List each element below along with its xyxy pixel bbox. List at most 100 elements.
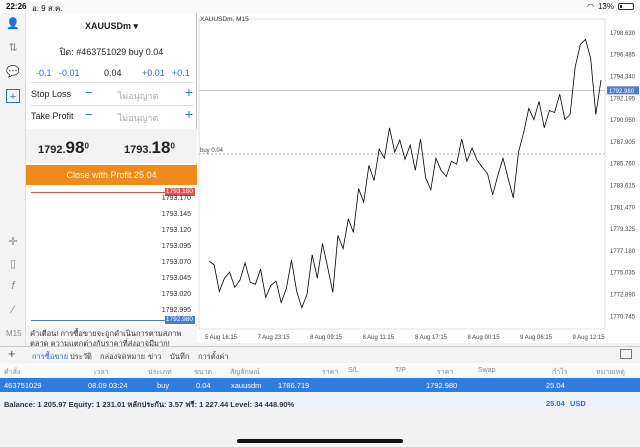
tick-label: 1793.045 [161,275,191,282]
price-chart[interactable]: XAUUSDm, M15 1798.630 1796.485 1794.340 1792… [197,13,640,343]
bottom-tab-bar: + การซื้อขาย ประวัติ กล่องจดหมาย ข่าว บั… [0,346,640,367]
battery-percent: 13% [597,2,614,11]
chart-title: XAUUSDm, M15 [200,16,249,23]
chevron-down-icon: ▾ [133,21,139,31]
status-bar: 22:26 อ. 9 ส.ค. ◠ 13% [0,0,640,13]
column-header: หมายเหตุ [596,369,625,376]
order-line-label: buy 0.04 [200,148,224,154]
table-header: คำสั่ง เวลา ประเภท ขนาด สัญลักษณ์ ราคา S… [0,363,640,378]
stop-loss-input[interactable]: ไม่อนุญาต [103,89,173,103]
y-tick-label: 1787.905 [610,140,636,146]
side-toolbar: 👤 ⇅ 💬 + ✛ ▯ f ⁄ M15 [0,13,26,373]
volume-plus-001[interactable]: +0.01 [142,68,165,78]
balance-row: Balance: 1 205.97 Equity: 1 231.01 หลักป… [0,394,640,410]
y-tick-label: 1777.180 [610,249,636,255]
add-icon[interactable]: + [8,346,16,361]
column-header: Swap [478,367,496,374]
price-quotes: 1792.980 1793.180 [26,129,197,163]
stop-loss-label: Stop Loss [31,89,72,99]
column-header: สัญลักษณ์ [230,369,260,376]
tick-label: 1793.145 [161,211,191,218]
column-header: คำสั่ง [4,369,21,376]
y-tick-label: 1770.745 [610,314,636,320]
ask-main: 1793. [124,144,152,156]
indicators-icon[interactable]: f [6,279,20,293]
y-tick-label: 1779.325 [610,227,636,233]
tick-label: 1793.020 [161,291,191,298]
volume-plus-01[interactable]: +0.1 [172,68,190,78]
chart-type-icon[interactable]: ▯ [6,257,20,271]
tick-label: 1793.120 [161,227,191,234]
current-price-badge: 1792.980 [609,89,635,95]
layout-icon[interactable] [620,349,632,359]
tab-mailbox[interactable]: กล่องจดหมาย [100,351,145,363]
status-right: ◠ 13% [587,2,634,11]
column-header: ขนาด [194,369,213,376]
x-tick-label: 8 Aug 17:15 [415,335,448,341]
take-profit-minus-button[interactable]: − [85,107,93,122]
x-tick-label: 9 Aug 12:15 [573,335,606,341]
column-header: กำไร [552,369,568,376]
stop-loss-plus-button[interactable]: + [185,84,193,100]
table-row[interactable]: 463751029 08.09 03:24 buy 0.04 xauusdm 1… [0,378,640,392]
y-tick-label: 1792.195 [610,96,636,102]
column-header: T/P [395,367,406,374]
close-with-profit-button[interactable]: Close with Profit 25.04 [26,165,197,185]
home-indicator [237,439,403,443]
new-order-icon[interactable]: + [6,89,20,103]
y-tick-label: 1775.035 [610,271,636,277]
order-title: ปิด: #463751029 buy 0.04 [59,47,164,57]
divider [31,105,193,106]
ask-big: 18 [151,138,171,157]
column-header: เวลา [94,369,109,376]
volume-value[interactable]: 0.04 [104,68,122,78]
tab-settings[interactable]: การตั้งค่า [198,351,229,363]
objects-icon[interactable]: ⁄ [6,303,20,317]
ask-sup: 0 [170,141,175,151]
status-time: 22:26 [6,2,27,11]
volume-cell: 0.04 [196,381,211,390]
balance-summary: Balance: 1 205.97 Equity: 1 231.01 หลักป… [4,400,295,409]
trade-icon[interactable]: ⇅ [6,41,20,55]
y-tick-label: 1796.485 [610,53,636,59]
y-tick-label: 1785.760 [610,162,636,168]
x-tick-label: 8 Aug 11:15 [363,335,395,341]
ask-price: 1793.180 [124,138,175,158]
chat-icon[interactable]: 💬 [6,65,20,79]
bid-main: 1792. [38,144,66,156]
tick-label: 1793.070 [161,259,191,266]
volume-minus-001[interactable]: -0.01 [59,68,80,78]
take-profit-input[interactable]: ไม่อนุญาต [103,111,173,125]
symbol-cell: xauusdm [231,381,262,390]
take-profit-row: Take Profit − ไม่อนุญาต + [31,106,193,126]
account-icon[interactable]: 👤 [6,17,20,31]
tab-history[interactable]: ประวัติ [70,351,92,363]
time-cell: 08.09 03:24 [88,381,128,390]
tab-journal[interactable]: บันทึก [170,351,189,363]
x-tick-label: 9 Aug 06:15 [520,335,553,341]
x-tick-label: 8 Aug 09:15 [310,335,343,341]
volume-minus-01[interactable]: -0.1 [36,68,52,78]
y-tick-label: 1781.470 [610,205,636,211]
y-tick-label: 1794.340 [610,75,636,81]
column-header: S/L [348,367,359,374]
battery-icon [618,3,634,10]
column-header: ราคา [437,369,454,376]
crosshair-icon[interactable]: ✛ [6,235,20,249]
timeframe-icon[interactable]: M15 [6,327,22,341]
wifi-icon: ◠ [587,2,594,11]
open-price-cell: 1786.719 [278,381,310,390]
tab-news[interactable]: ข่าว [148,351,162,363]
stop-loss-minus-button[interactable]: − [85,85,93,100]
plot-frame [198,18,606,330]
symbol-selector[interactable]: XAUUSDm ▾ [26,21,197,32]
symbol-label: XAUUSDm [84,21,131,31]
order-id-cell: 463751029 [4,381,42,390]
x-tick-label: 8 Aug 00:15 [468,335,501,341]
bid-badge: 1792.980 [165,316,195,324]
take-profit-plus-button[interactable]: + [185,106,193,122]
chart-svg: XAUUSDm, M15 1798.630 1796.485 1794.340 1792… [198,16,639,341]
x-tick-label: 7 Aug 23:15 [258,335,291,341]
bid-price: 1792.980 [38,138,89,158]
tick-label: 1793.170 [161,195,191,202]
